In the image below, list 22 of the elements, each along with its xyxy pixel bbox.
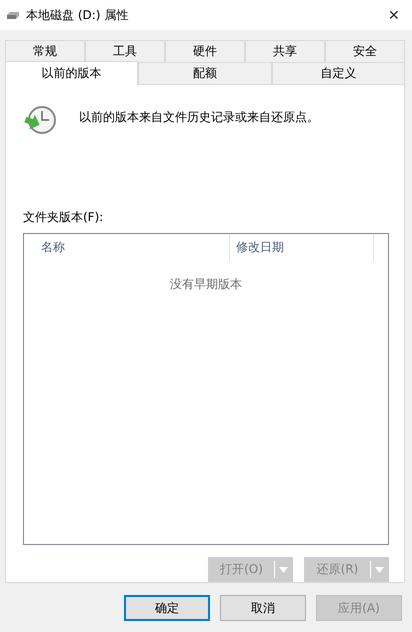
column-header[interactable]: 修改日期 bbox=[230, 234, 374, 262]
tab[interactable]: 配额 bbox=[138, 62, 272, 84]
list-label: 文件夹版本(F): bbox=[23, 208, 104, 226]
tab[interactable]: 以前的版本 bbox=[5, 61, 138, 85]
dropdown-arrow-icon bbox=[375, 566, 384, 572]
column-header[interactable]: 名称 bbox=[24, 234, 230, 262]
description-text: 以前的版本来自文件历史记录或来自还原点。 bbox=[79, 109, 319, 126]
dropdown-arrow-icon bbox=[279, 566, 288, 572]
empty-message: 没有早期版本 bbox=[170, 276, 242, 293]
versions-list[interactable]: 名称 修改日期 没有早期版本 bbox=[23, 232, 389, 545]
tab[interactable]: 共享 bbox=[245, 40, 325, 62]
tab[interactable]: 常规 bbox=[5, 40, 85, 62]
tab[interactable]: 硬件 bbox=[165, 40, 245, 62]
window-title: 本地磁盘 (D:) 属性 bbox=[26, 6, 130, 24]
tab[interactable]: 工具 bbox=[85, 40, 165, 62]
tab[interactable]: 自定义 bbox=[272, 62, 405, 84]
tab[interactable]: 安全 bbox=[325, 40, 405, 62]
dialog-button[interactable]: 取消 bbox=[220, 595, 306, 621]
dialog-button[interactable]: 确定 bbox=[124, 595, 210, 621]
drive-icon bbox=[6, 10, 20, 20]
close-button[interactable]: ✕ bbox=[384, 7, 404, 23]
clock-arrow-icon bbox=[23, 105, 57, 135]
